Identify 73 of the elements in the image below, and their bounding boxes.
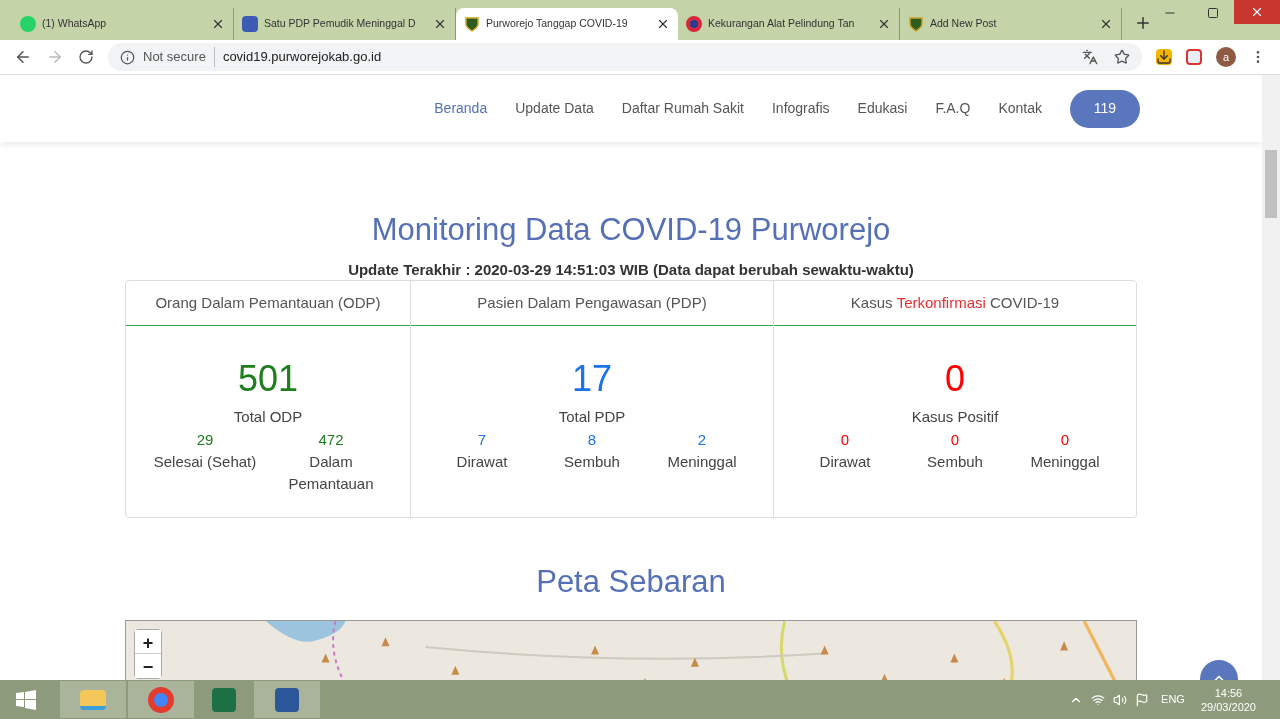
- tab-title: (1) WhatsApp: [42, 16, 107, 32]
- star-icon[interactable]: [1114, 49, 1130, 65]
- scrollbar[interactable]: [1262, 75, 1280, 680]
- volume-icon[interactable]: [1113, 692, 1128, 707]
- nav-link[interactable]: Update Data: [515, 98, 594, 119]
- browser-tab[interactable]: Purworejo Tanggap COVID-19: [456, 8, 678, 40]
- new-tab-icon[interactable]: [1134, 14, 1152, 32]
- site-icon: [242, 16, 258, 32]
- page-heading: Monitoring Data COVID-19 Purworejo: [370, 211, 892, 249]
- stat-value: 29: [196, 429, 214, 450]
- update-info: Update Terakhir : 2020-03-29 14:51:03 WIB (Data dapat berubah sewaktu-waktu): [347, 260, 915, 280]
- total-label: Total ODP: [232, 407, 304, 427]
- zoom-in-button[interactable]: +: [135, 630, 161, 654]
- stat-label: Selesai (Sehat): [153, 451, 257, 472]
- stat-label: Dalam Pemantauan: [287, 451, 375, 494]
- tab-title: Kekurangan Alat Pelindung Tan: [708, 16, 855, 32]
- close-icon[interactable]: [433, 17, 447, 31]
- hotline-button[interactable]: 119: [1070, 89, 1140, 128]
- map[interactable]: + −: [125, 620, 1137, 680]
- total-label: Kasus Positif: [910, 407, 1000, 427]
- total-number: 501: [236, 358, 300, 400]
- card-title: Kasus Terkonfirmasi COVID-19: [774, 281, 1136, 326]
- total-number: 17: [570, 358, 613, 400]
- nav-link[interactable]: F.A.Q: [935, 98, 971, 119]
- stat-value: 472: [318, 429, 344, 450]
- chat-icon: [20, 16, 36, 32]
- translate-icon[interactable]: [1082, 49, 1098, 65]
- close-icon[interactable]: [211, 17, 225, 31]
- info-icon: [120, 49, 135, 65]
- close-icon: [1250, 5, 1264, 19]
- stat-value: 0: [950, 429, 960, 450]
- extension-icon[interactable]: [1186, 49, 1202, 65]
- stat-value: 2: [697, 429, 707, 450]
- reload-icon[interactable]: [78, 49, 94, 65]
- close-icon[interactable]: [877, 17, 891, 31]
- stat-value: 8: [587, 429, 597, 450]
- stat-label: Meninggal: [667, 451, 737, 472]
- stat-value: 0: [1060, 429, 1070, 450]
- tab-title: Purworejo Tanggap COVID-19: [486, 16, 628, 32]
- address-field[interactable]: Not secure covid19.purworejokab.go.id: [108, 43, 1142, 71]
- stat-label: Dirawat: [456, 451, 508, 472]
- crest-icon: [464, 16, 480, 32]
- back-icon[interactable]: [14, 48, 32, 66]
- stat-label: Sembuh: [564, 451, 620, 472]
- profile-avatar[interactable]: a: [1216, 47, 1236, 67]
- total-number: 0: [944, 358, 966, 400]
- stat-label: Dirawat: [819, 451, 871, 472]
- security-label: Not secure: [143, 47, 215, 67]
- nav-link[interactable]: Edukasi: [857, 98, 908, 119]
- nav-link[interactable]: Kontak: [998, 98, 1042, 119]
- tab-title: Satu PDP Pemudik Meninggal D: [264, 16, 416, 32]
- nav-link[interactable]: Beranda: [434, 98, 488, 119]
- close-icon[interactable]: [1099, 17, 1113, 31]
- flag-icon[interactable]: [1135, 692, 1150, 707]
- section-heading: Peta Sebaran: [535, 563, 727, 601]
- download-extension-icon[interactable]: [1156, 49, 1172, 65]
- stat-value: 7: [477, 429, 487, 450]
- crest-icon: [908, 16, 924, 32]
- url-text: covid19.purworejokab.go.id: [222, 48, 383, 67]
- stat-label: Sembuh: [927, 451, 983, 472]
- stat-value: 0: [840, 429, 850, 450]
- document-icon[interactable]: [254, 681, 320, 718]
- close-icon[interactable]: [656, 17, 670, 31]
- card-title: Pasien Dalam Pengawasan (PDP): [411, 281, 773, 326]
- total-label: Total PDP: [557, 407, 627, 427]
- card-title: Orang Dalam Pemantauan (ODP): [126, 281, 410, 326]
- maximize-icon[interactable]: [1207, 7, 1219, 19]
- tab-title: Add New Post: [930, 16, 997, 32]
- nav-link[interactable]: Infografis: [772, 98, 830, 119]
- windows-logo-icon[interactable]: [16, 689, 36, 710]
- nav-link[interactable]: Daftar Rumah Sakit: [621, 98, 744, 119]
- network-icon[interactable]: [1091, 692, 1106, 707]
- stat-label: Meninggal: [1030, 451, 1100, 472]
